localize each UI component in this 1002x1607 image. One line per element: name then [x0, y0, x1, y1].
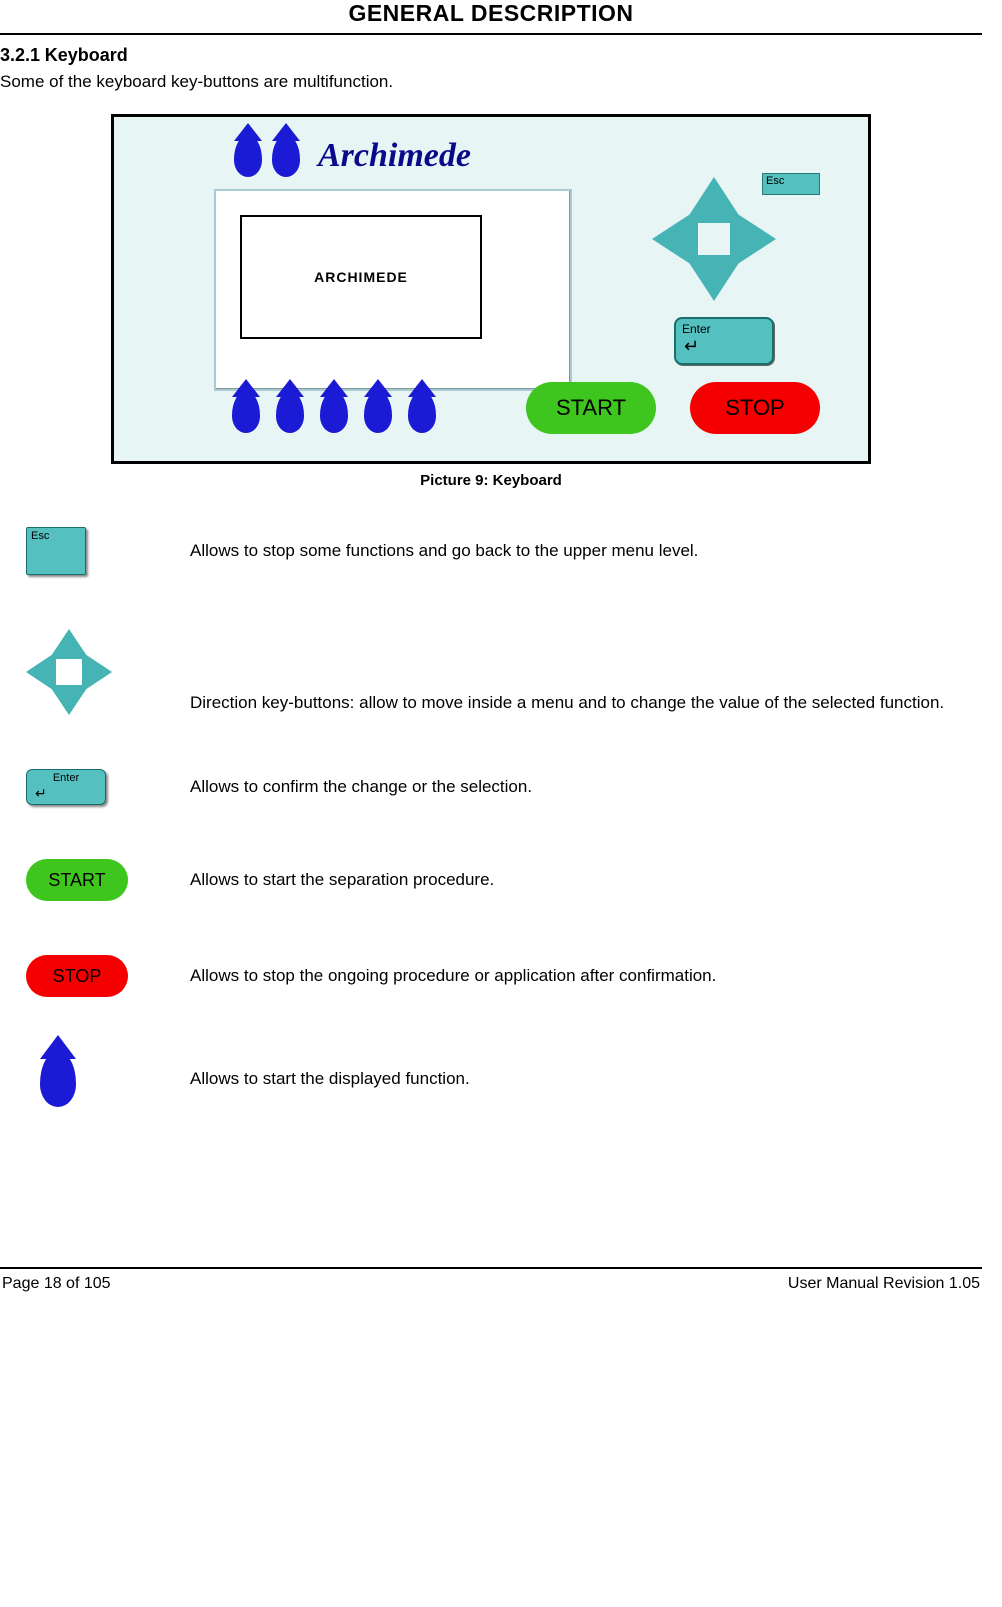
screen-label: ARCHIMEDE	[314, 269, 408, 285]
desc-text-esc: Allows to stop some functions and go bac…	[190, 540, 982, 563]
section-heading: 3.2.1 Keyboard	[0, 45, 982, 66]
drop-icon[interactable]	[320, 391, 348, 433]
enter-key-icon: Enter ↵	[26, 769, 106, 805]
desc-row-stop: STOP Allows to stop the ongoing procedur…	[0, 955, 982, 997]
drop-icon[interactable]	[276, 391, 304, 433]
logo-row: Archimede	[234, 135, 471, 177]
enter-arrow-icon: ↵	[35, 785, 47, 802]
drop-icon[interactable]	[364, 391, 392, 433]
footer-page: Page 18 of 105	[2, 1275, 111, 1293]
direction-keys[interactable]	[654, 179, 774, 299]
section-number: 3.2.1	[0, 45, 40, 65]
start-button-icon: START	[26, 859, 128, 901]
desc-text-stop: Allows to stop the ongoing procedure or …	[190, 965, 982, 988]
function-drops	[232, 391, 436, 433]
desc-row-drop: Allows to start the displayed function.	[0, 1051, 982, 1107]
desc-row-arrows: Direction key-buttons: allow to move ins…	[0, 629, 982, 715]
desc-row-enter: Enter ↵ Allows to confirm the change or …	[0, 769, 982, 805]
drop-icon	[272, 135, 300, 177]
start-label: START	[556, 395, 626, 421]
desc-row-esc: Esc Allows to stop some functions and go…	[0, 527, 982, 575]
key-descriptions: Esc Allows to stop some functions and go…	[0, 527, 982, 1107]
stop-label: STOP	[725, 395, 785, 421]
desc-text-start: Allows to start the separation procedure…	[190, 869, 982, 892]
start-button[interactable]: START	[526, 382, 656, 434]
desc-text-enter: Allows to confirm the change or the sele…	[190, 776, 982, 799]
stop-button[interactable]: STOP	[690, 382, 820, 434]
stop-button-icon: STOP	[26, 955, 128, 997]
enter-key[interactable]: Enter ↵	[674, 317, 774, 365]
drop-icon[interactable]	[408, 391, 436, 433]
desc-row-start: START Allows to start the separation pro…	[0, 859, 982, 901]
figure-caption: Picture 9: Keyboard	[0, 472, 982, 489]
arrow-right-icon[interactable]	[730, 209, 776, 269]
logo-text: Archimede	[318, 137, 471, 175]
enter-arrow-icon: ↵	[684, 336, 699, 357]
screen-outer: ARCHIMEDE	[214, 189, 572, 391]
arrow-left-icon[interactable]	[652, 209, 698, 269]
keyboard-illustration: Archimede Esc ARCHIMEDE Enter ↵ START	[111, 114, 871, 464]
esc-key-icon: Esc	[26, 527, 86, 575]
stop-label: STOP	[53, 966, 102, 987]
desc-text-drop: Allows to start the displayed function.	[190, 1068, 982, 1091]
drop-icon	[40, 1051, 76, 1107]
page-title: GENERAL DESCRIPTION	[348, 0, 633, 26]
footer-revision: User Manual Revision 1.05	[788, 1275, 980, 1293]
drop-icon[interactable]	[232, 391, 260, 433]
screen-inner: ARCHIMEDE	[240, 215, 482, 339]
arrow-left-icon	[26, 652, 56, 692]
desc-text-arrows: Direction key-buttons: allow to move ins…	[190, 692, 982, 715]
drop-icon	[234, 135, 262, 177]
section-title: Keyboard	[45, 45, 128, 65]
title-divider	[0, 33, 982, 35]
direction-keys-icon	[26, 629, 112, 715]
start-label: START	[48, 870, 105, 891]
page-footer: Page 18 of 105 User Manual Revision 1.05	[0, 1275, 982, 1293]
enter-label: Enter	[682, 322, 711, 336]
footer-divider	[0, 1267, 982, 1269]
arrow-right-icon	[82, 652, 112, 692]
intro-text: Some of the keyboard key-buttons are mul…	[0, 72, 982, 92]
enter-label: Enter	[53, 772, 79, 784]
